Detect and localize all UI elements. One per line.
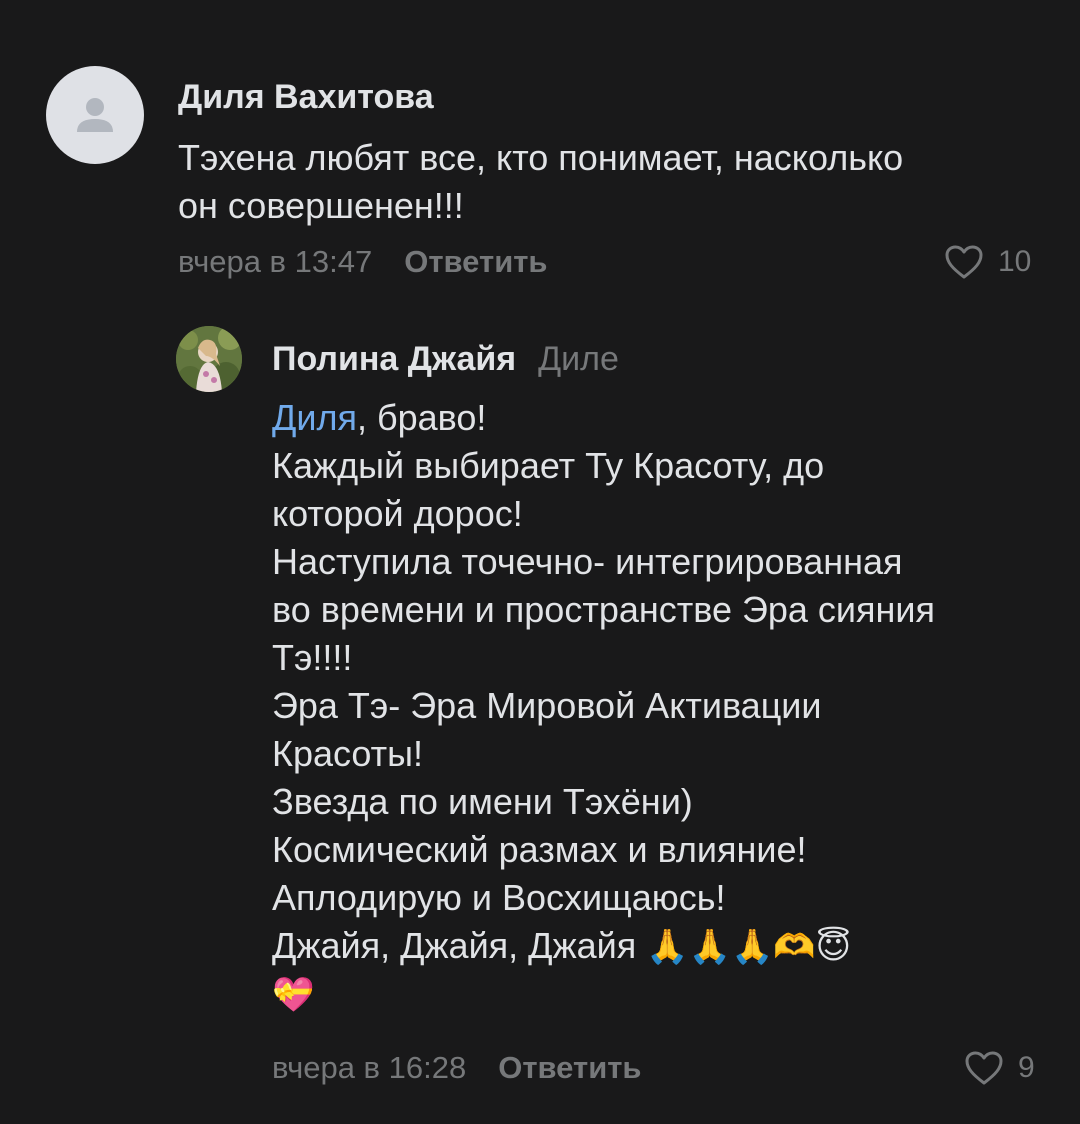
comment-text-line: Джайя, Джайя, Джайя 🙏🙏🙏🫶😇 — [272, 922, 935, 971]
text-fragment: Джайя, Джайя, Джайя — [272, 925, 647, 966]
avatar[interactable] — [46, 66, 144, 164]
heart-outline-icon — [945, 245, 983, 279]
author-name[interactable]: Полина Джайя — [272, 340, 516, 378]
comment-text-line: во времени и пространстве Эра сияния — [272, 589, 935, 630]
reply-to-label[interactable]: Диле — [538, 340, 619, 378]
avatar[interactable] — [176, 326, 242, 392]
reply-button[interactable]: Ответить — [498, 1050, 641, 1085]
comment-text-line: Космический размах и влияние! — [272, 829, 807, 870]
comment-text-line: Тэ!!!! — [272, 637, 353, 678]
like-count: 9 — [1018, 1051, 1035, 1084]
like-count: 10 — [998, 245, 1032, 278]
reply-button[interactable]: Ответить — [404, 244, 547, 279]
comment-text-line: Каждый выбирает Ту Красоту, до — [272, 445, 825, 486]
comment-time: вчера в 16:28 — [272, 1050, 467, 1085]
comment-author[interactable]: Полина Джайя Диле — [272, 340, 619, 379]
comment-author[interactable]: Диля Вахитова — [178, 78, 434, 117]
comment-text-line: Тэхена любят все, кто понимает, наскольк… — [178, 137, 904, 178]
avatar-photo — [176, 326, 242, 392]
user-icon — [77, 98, 113, 132]
like-button[interactable]: 9 — [964, 1050, 1035, 1086]
comment-text-line: Звезда по имени Тэхёни) — [272, 781, 693, 822]
comment-meta: вчера в 13:47 Ответить — [178, 244, 548, 280]
mention-link[interactable]: Диля — [272, 397, 357, 438]
emoji-line: 💝 — [272, 976, 315, 1014]
comment-text-line: Наступила точечно- интегрированная — [272, 541, 903, 582]
text-fragment: , браво! — [357, 397, 487, 438]
comment-text-line: Эра Тэ- Эра Мировой Активации — [272, 685, 822, 726]
comment-text-line: Красоты! — [272, 733, 424, 774]
comment-time: вчера в 13:47 — [178, 244, 373, 279]
comment-text: Диля, браво! Каждый выбирает Ту Красоту,… — [272, 394, 935, 1019]
comment-text-line: Диля, браво! — [272, 394, 935, 442]
comment-meta: вчера в 16:28 Ответить — [272, 1050, 642, 1086]
comment-text-line: которой дорос! — [272, 493, 523, 534]
like-button[interactable]: 10 — [944, 244, 1031, 280]
comment-text: Тэхена любят все, кто понимает, наскольк… — [178, 134, 903, 230]
comment-text-line: Аплодирую и Восхищаюсь! — [272, 877, 726, 918]
heart-outline-icon — [965, 1051, 1003, 1085]
comment-text-line: он совершенен!!! — [178, 185, 464, 226]
emoji-group: 🙏🙏🙏🫶😇 — [646, 928, 852, 966]
